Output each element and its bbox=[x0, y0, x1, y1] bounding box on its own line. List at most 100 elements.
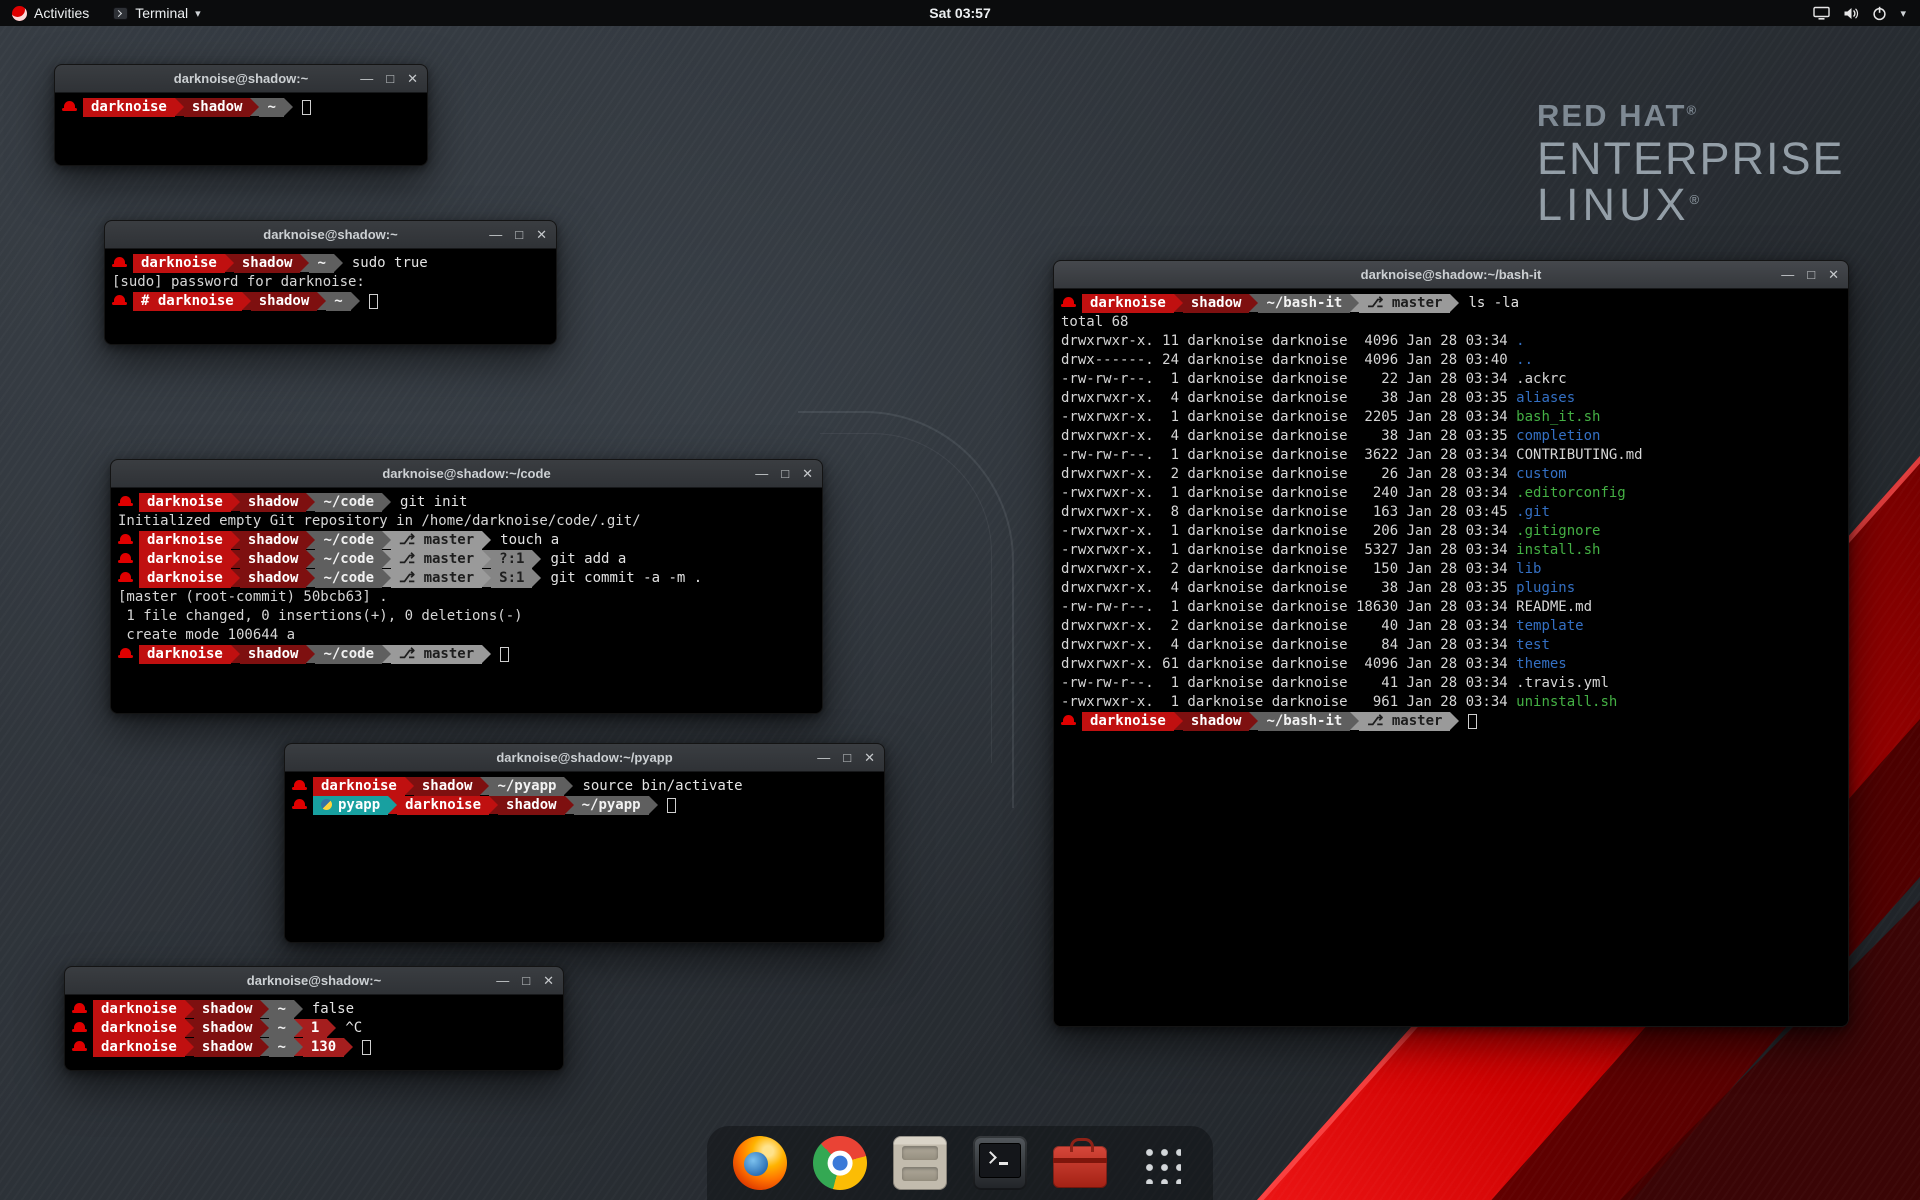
maximize-button[interactable]: □ bbox=[386, 72, 394, 85]
output-line: -rw-rw-r--. 1 darknoise darknoise 22 Jan… bbox=[1061, 370, 1841, 389]
maximize-button[interactable]: □ bbox=[522, 974, 530, 987]
window-titlebar[interactable]: darknoise@shadow:~/code — □ ✕ bbox=[111, 460, 822, 488]
prompt-segment-user: darknoise bbox=[139, 550, 231, 569]
prompt-segment-path: ~/code bbox=[315, 531, 382, 550]
prompt-segment-path: ~ bbox=[269, 1038, 293, 1057]
prompt-segment-host: shadow bbox=[184, 98, 251, 117]
redhat-prompt-icon bbox=[292, 800, 307, 811]
output-line: -rw-rw-r--. 1 darknoise darknoise 18630 … bbox=[1061, 598, 1841, 617]
dock-item-files[interactable] bbox=[893, 1136, 947, 1190]
output-text: drwxrwxr-x. 4 darknoise darknoise 38 Jan… bbox=[1061, 427, 1516, 446]
window-titlebar[interactable]: darknoise@shadow:~/bash-it — □ ✕ bbox=[1054, 261, 1848, 289]
logo-red-hat: RED HAT® bbox=[1537, 100, 1845, 132]
powerline-arrow-icon bbox=[532, 550, 541, 568]
minimize-button[interactable]: — bbox=[489, 228, 502, 241]
file-name: .. bbox=[1516, 351, 1533, 370]
redhat-prompt-icon bbox=[62, 102, 77, 113]
prompt-segment-host: shadow bbox=[240, 550, 307, 569]
maximize-button[interactable]: □ bbox=[843, 751, 851, 764]
prompt-segment-git: ⎇ master bbox=[391, 550, 482, 569]
prompt-line: darknoiseshadow~130 bbox=[72, 1038, 556, 1057]
prompt-segment-path: ~ bbox=[309, 254, 333, 273]
powerline-arrow-icon bbox=[1350, 294, 1359, 312]
minimize-button[interactable]: — bbox=[817, 751, 830, 764]
terminal-window-pyapp[interactable]: darknoise@shadow:~/pyapp — □ ✕ darknoise… bbox=[284, 743, 885, 943]
powerline-arrow-icon bbox=[260, 1038, 269, 1056]
redhat-prompt-icon bbox=[112, 296, 127, 307]
terminal-window-home-2[interactable]: darknoise@shadow:~ — □ ✕ darknoiseshadow… bbox=[104, 220, 557, 345]
powerline-arrow-icon bbox=[382, 531, 391, 549]
dock-item-terminal[interactable] bbox=[973, 1136, 1027, 1190]
minimize-button[interactable]: — bbox=[755, 467, 768, 480]
redhat-prompt-icon bbox=[292, 781, 307, 792]
maximize-button[interactable]: □ bbox=[781, 467, 789, 480]
terminal-cursor bbox=[362, 1040, 371, 1055]
prompt-line: darknoiseshadow~/code⎇ mastertouch a bbox=[118, 531, 815, 550]
output-line: drwxrwxr-x. 4 darknoise darknoise 84 Jan… bbox=[1061, 636, 1841, 655]
terminal-window-code[interactable]: darknoise@shadow:~/code — □ ✕ darknoises… bbox=[110, 459, 823, 714]
close-button[interactable]: ✕ bbox=[802, 467, 813, 480]
power-icon bbox=[1872, 6, 1887, 21]
command-text: false bbox=[303, 1000, 354, 1019]
terminal-window-home-3[interactable]: darknoise@shadow:~ — □ ✕ darknoiseshadow… bbox=[64, 966, 564, 1071]
terminal-window-home-1[interactable]: darknoise@shadow:~ — □ ✕ darknoiseshadow… bbox=[54, 64, 428, 166]
clock[interactable]: Sat 03:57 bbox=[929, 0, 990, 26]
activities-button[interactable]: Activities bbox=[0, 0, 101, 26]
terminal-cursor bbox=[500, 647, 509, 662]
redhat-prompt-icon bbox=[118, 535, 133, 546]
output-line: drwxrwxr-x. 2 darknoise darknoise 40 Jan… bbox=[1061, 617, 1841, 636]
powerline-arrow-icon bbox=[306, 531, 315, 549]
terminal-window-bash-it[interactable]: darknoise@shadow:~/bash-it — □ ✕ darknoi… bbox=[1053, 260, 1849, 1027]
window-titlebar[interactable]: darknoise@shadow:~ — □ ✕ bbox=[65, 967, 563, 995]
terminal-content[interactable]: darknoiseshadow~falsedarknoiseshadow~1^C… bbox=[65, 995, 563, 1070]
redhat-prompt-icon bbox=[118, 649, 133, 660]
window-titlebar[interactable]: darknoise@shadow:~ — □ ✕ bbox=[105, 221, 556, 249]
prompt-segment-host: shadow bbox=[194, 1019, 261, 1038]
system-status-area[interactable]: ▾ bbox=[1803, 0, 1916, 26]
minimize-button[interactable]: — bbox=[1781, 268, 1794, 281]
prompt-segment-git: ⎇ master bbox=[391, 645, 482, 664]
prompt-segment-user: darknoise bbox=[139, 493, 231, 512]
file-name: lib bbox=[1516, 560, 1541, 579]
terminal-content[interactable]: darknoiseshadow~ bbox=[55, 93, 427, 165]
prompt-segment-path: ~/bash-it bbox=[1258, 712, 1350, 731]
minimize-button[interactable]: — bbox=[496, 974, 509, 987]
terminal-icon bbox=[973, 1136, 1027, 1190]
output-text: -rwxrwxr-x. 1 darknoise darknoise 5327 J… bbox=[1061, 541, 1516, 560]
output-line: drwxrwxr-x. 2 darknoise darknoise 26 Jan… bbox=[1061, 465, 1841, 484]
close-button[interactable]: ✕ bbox=[1828, 268, 1839, 281]
window-titlebar[interactable]: darknoise@shadow:~/pyapp — □ ✕ bbox=[285, 744, 884, 772]
close-button[interactable]: ✕ bbox=[536, 228, 547, 241]
terminal-content[interactable]: darknoiseshadow~/bash-it⎇ masterls -lato… bbox=[1054, 289, 1848, 1026]
dock-item-chrome[interactable] bbox=[813, 1136, 867, 1190]
prompt-segment-venv: pyapp bbox=[313, 796, 388, 815]
output-line: drwxrwxr-x. 2 darknoise darknoise 150 Ja… bbox=[1061, 560, 1841, 579]
terminal-content[interactable]: darknoiseshadow~sudo true[sudo] password… bbox=[105, 249, 556, 344]
minimize-button[interactable]: — bbox=[360, 72, 373, 85]
close-button[interactable]: ✕ bbox=[407, 72, 418, 85]
file-name: template bbox=[1516, 617, 1583, 636]
powerline-arrow-icon bbox=[344, 1038, 353, 1056]
powerline-arrow-icon bbox=[489, 796, 498, 814]
output-text: drwxrwxr-x. 4 darknoise darknoise 38 Jan… bbox=[1061, 579, 1516, 598]
maximize-button[interactable]: □ bbox=[515, 228, 523, 241]
output-text: Initialized empty Git repository in /hom… bbox=[118, 512, 641, 531]
app-menu-terminal[interactable]: Terminal ▾ bbox=[101, 0, 212, 26]
terminal-app-icon bbox=[113, 7, 128, 20]
prompt-segment-git: ⎇ master bbox=[1359, 712, 1450, 731]
dock-item-app-grid[interactable] bbox=[1133, 1136, 1187, 1190]
close-button[interactable]: ✕ bbox=[543, 974, 554, 987]
prompt-segment-user: darknoise bbox=[397, 796, 489, 815]
dock-item-toolbox[interactable] bbox=[1053, 1136, 1107, 1190]
command-text: git add a bbox=[541, 550, 626, 569]
terminal-content[interactable]: darknoiseshadow~/pyappsource bin/activat… bbox=[285, 772, 884, 942]
close-button[interactable]: ✕ bbox=[864, 751, 875, 764]
output-line: -rw-rw-r--. 1 darknoise darknoise 41 Jan… bbox=[1061, 674, 1841, 693]
output-text: drwxrwxr-x. 2 darknoise darknoise 40 Jan… bbox=[1061, 617, 1516, 636]
maximize-button[interactable]: □ bbox=[1807, 268, 1815, 281]
output-text: 1 file changed, 0 insertions(+), 0 delet… bbox=[118, 607, 523, 626]
dock-item-firefox[interactable] bbox=[733, 1136, 787, 1190]
window-titlebar[interactable]: darknoise@shadow:~ — □ ✕ bbox=[55, 65, 427, 93]
terminal-content[interactable]: darknoiseshadow~/codegit initInitialized… bbox=[111, 488, 822, 713]
prompt-segment-path: ~ bbox=[326, 292, 350, 311]
